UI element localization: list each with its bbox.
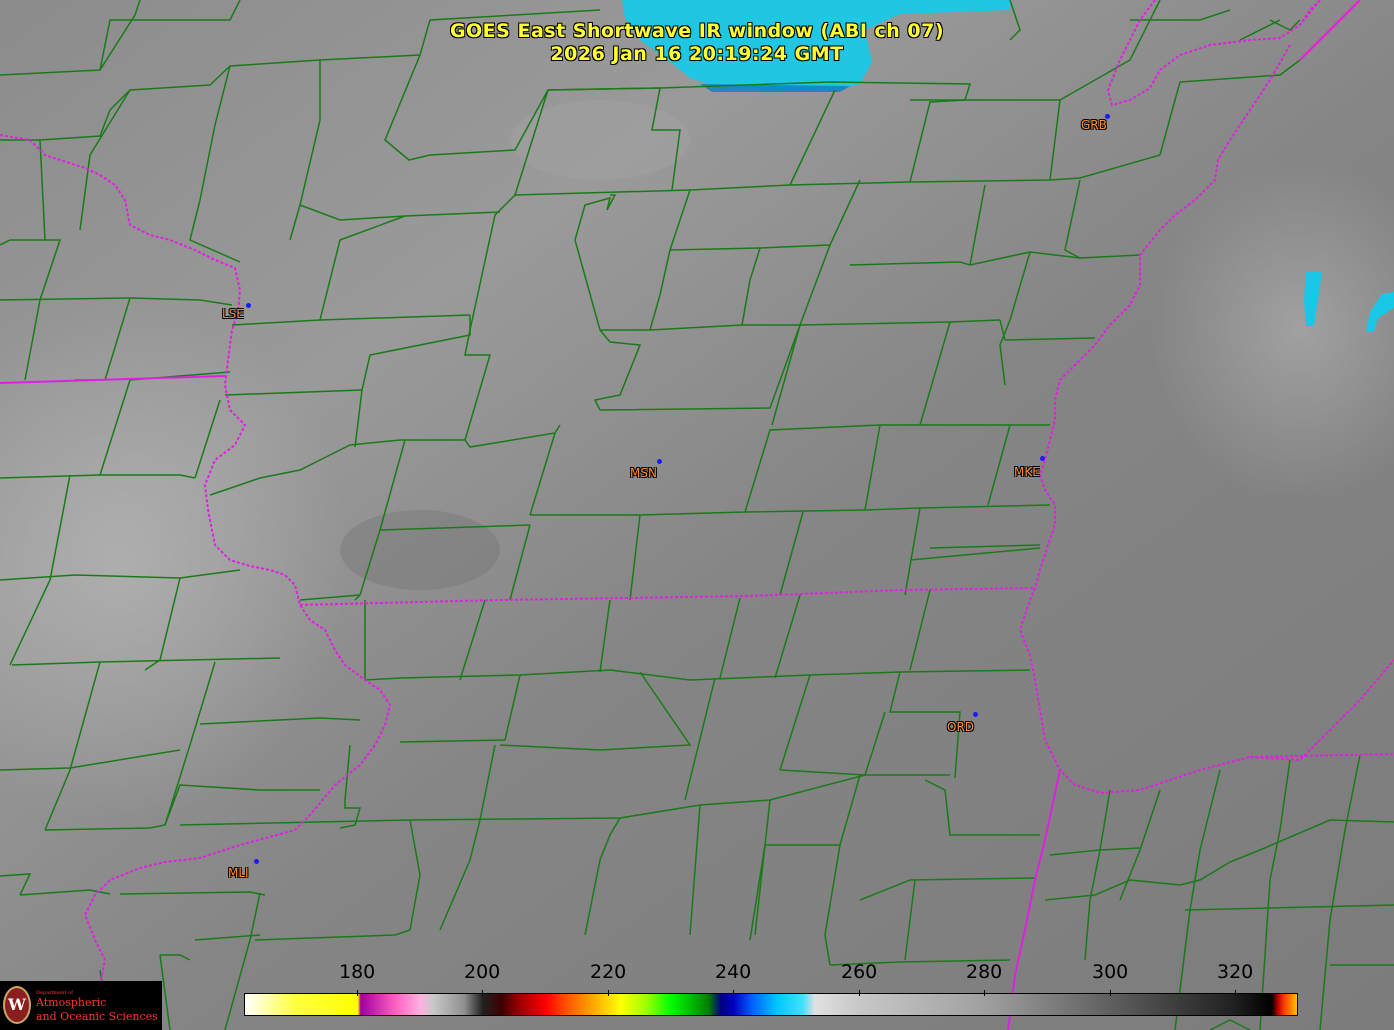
city-marker-mli — [254, 859, 259, 864]
temperature-colorbar — [244, 993, 1298, 1016]
city-marker-ord — [973, 712, 978, 717]
aos-logo: W Department of Atmospheric and Oceanic … — [0, 981, 162, 1030]
colorbar-tick — [733, 990, 734, 996]
city-label-ord: ORD — [947, 720, 975, 734]
uw-seal-icon: W — [3, 986, 31, 1024]
map-title: GOES East Shortwave IR window (ABI ch 07… — [449, 20, 945, 42]
colorbar-tick — [357, 990, 358, 996]
colorbar-tick-label: 180 — [339, 961, 376, 983]
colorbar-tick — [608, 990, 609, 996]
map-timestamp: 2026 Jan 16 20:19:24 GMT — [550, 43, 844, 65]
colorbar-tick-label: 280 — [966, 961, 1003, 983]
colorbar-tick-label: 300 — [1092, 961, 1129, 983]
city-label-mli: MLI — [228, 866, 249, 880]
logo-name-line2: and Oceanic Sciences — [36, 1010, 158, 1023]
colorbar-tick-label: 320 — [1217, 961, 1254, 983]
colorbar-tick-label: 260 — [841, 961, 878, 983]
city-label-lse: LSE — [222, 307, 244, 321]
city-marker-mke — [1040, 456, 1045, 461]
colorbar-tick — [859, 990, 860, 996]
colorbar-tick-label: 240 — [715, 961, 752, 983]
logo-name-line1: Atmospheric — [36, 996, 107, 1009]
colorbar-tick — [1110, 990, 1111, 996]
city-label-msn: MSN — [630, 466, 657, 480]
colorbar-tick-label: 220 — [590, 961, 627, 983]
city-label-grb: GRB — [1081, 118, 1107, 132]
city-label-mke: MKE — [1014, 465, 1040, 479]
colorbar-tick — [1235, 990, 1236, 996]
colorbar-tick — [482, 990, 483, 996]
city-marker-msn — [657, 459, 662, 464]
colorbar-tick-label: 200 — [464, 961, 501, 983]
city-marker-lse — [246, 303, 251, 308]
colorbar-tick — [984, 990, 985, 996]
satellite-map — [0, 0, 1394, 1030]
